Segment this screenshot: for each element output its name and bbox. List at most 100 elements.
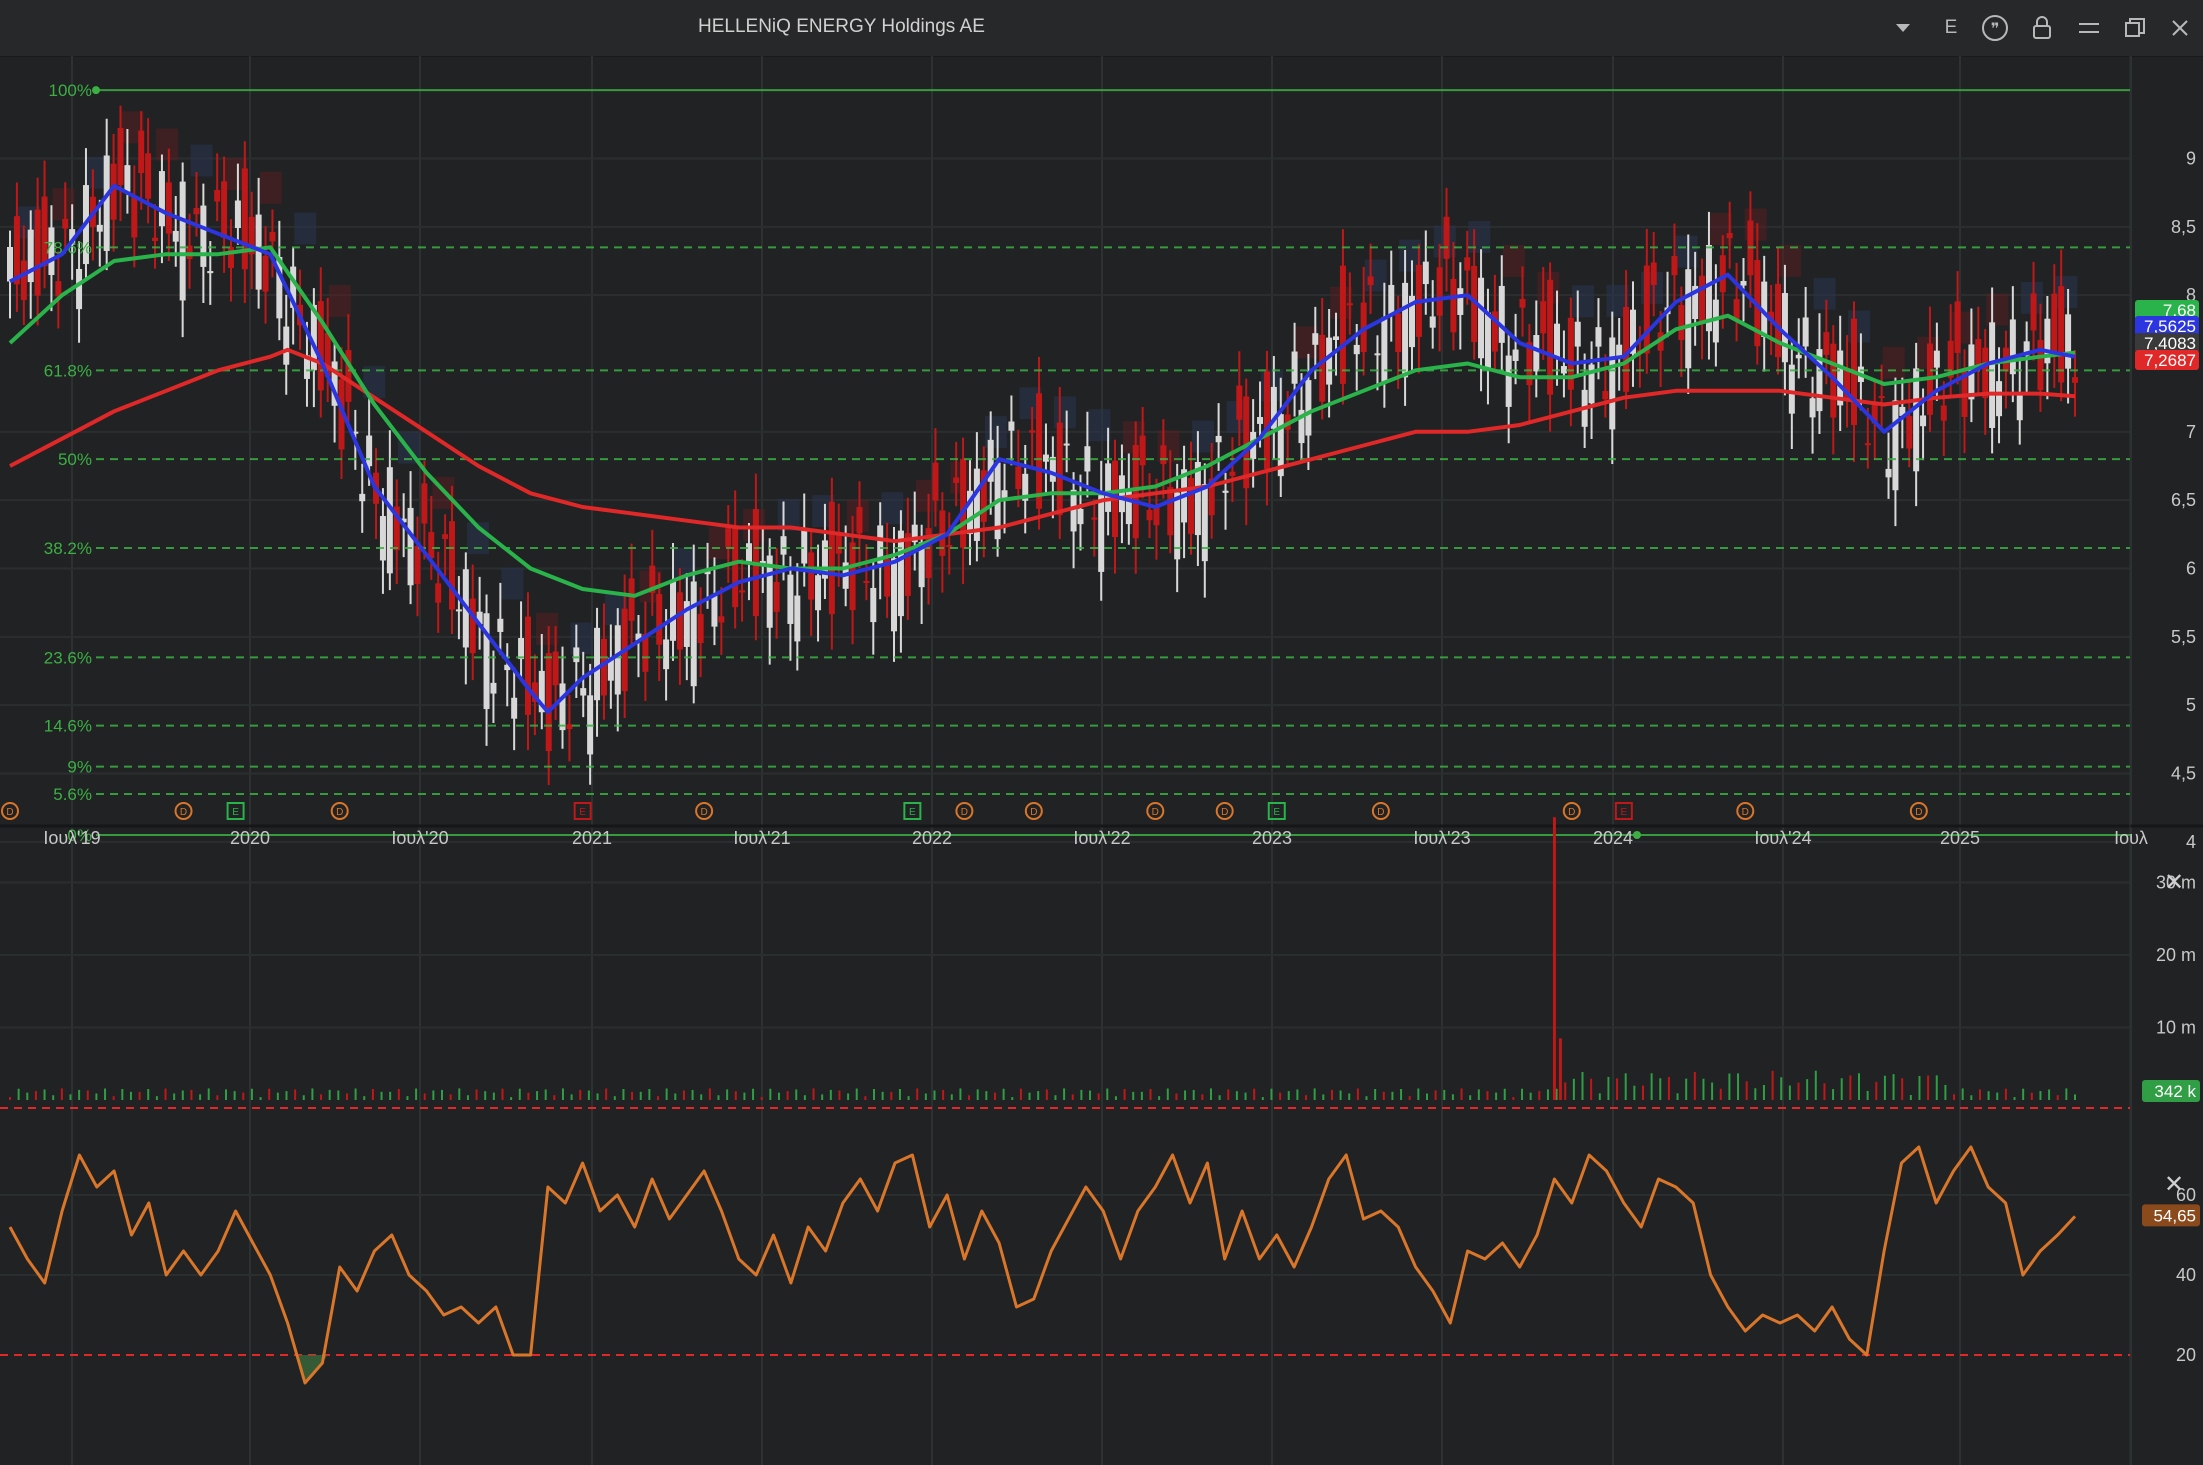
candle-body xyxy=(449,521,456,610)
moving-averages xyxy=(8,183,2076,714)
dividend-marker[interactable]: D xyxy=(1146,802,1165,820)
candle-body xyxy=(1160,445,1167,465)
x-tick-label: Ιουλ'21 xyxy=(733,828,790,848)
dividend-marker[interactable]: D xyxy=(1562,802,1581,820)
candle-body xyxy=(732,526,739,608)
quote-icon[interactable]: ❞ xyxy=(1978,10,2012,46)
candle-body xyxy=(1319,334,1326,402)
earnings-marker[interactable]: E xyxy=(226,802,245,820)
minimize-icon[interactable] xyxy=(2072,10,2106,46)
candle-body xyxy=(1146,509,1153,521)
event-label: D xyxy=(1152,807,1159,818)
dividend-marker[interactable]: D xyxy=(174,802,193,820)
candle-body xyxy=(1678,304,1685,341)
dividend-marker[interactable]: D xyxy=(1,802,19,820)
candle-body xyxy=(863,580,870,583)
dividend-marker[interactable]: D xyxy=(1024,802,1043,820)
candle-body xyxy=(594,627,601,701)
candle-body xyxy=(386,467,393,574)
y-axis: 98,5876,565,554,54 xyxy=(2171,149,2196,852)
candle-body xyxy=(815,575,822,611)
candle-body xyxy=(801,529,808,564)
fib-anchor-bottom xyxy=(1633,831,1641,839)
dividend-marker[interactable]: D xyxy=(695,802,714,820)
chart-area[interactable]: 100%78.6%61.8%50%38.2%23.6%14.6%9%5.6%0%… xyxy=(0,56,2203,1465)
lock-icon[interactable] xyxy=(2025,10,2059,46)
dividend-marker[interactable]: D xyxy=(955,802,974,820)
y-tick-label: 8,5 xyxy=(2171,217,2196,237)
candle-body xyxy=(1402,282,1409,378)
chevron-down-icon[interactable] xyxy=(1886,10,1920,46)
close-icon[interactable] xyxy=(2163,10,2197,46)
rsi-line xyxy=(8,1145,2077,1385)
candle-body xyxy=(2065,314,2072,369)
event-label: E xyxy=(1273,807,1280,818)
candle-body xyxy=(1975,339,1982,365)
candle-body xyxy=(849,542,856,611)
candle-body xyxy=(262,255,269,292)
event-label: E xyxy=(1620,807,1627,818)
dividend-marker[interactable]: D xyxy=(1909,802,1928,820)
x-tick-label: Ιουλ'22 xyxy=(1073,828,1130,848)
candle-body xyxy=(725,528,732,548)
close-rsi-panel-icon[interactable]: ✕ xyxy=(2164,1170,2184,1199)
shadow-box xyxy=(1986,293,2009,326)
shadow-box xyxy=(501,567,524,600)
candle-body xyxy=(172,230,179,242)
restore-icon[interactable] xyxy=(2118,10,2152,46)
price-tag-label: 7,2687 xyxy=(2144,351,2196,370)
title-bar: HELLENiQ ENERGY Holdings AE E ❞ xyxy=(0,0,2203,57)
candle-body xyxy=(1222,490,1229,493)
candle-body xyxy=(828,501,835,615)
candle-body xyxy=(27,229,34,283)
rsi-tick-label: 40 xyxy=(2176,1265,2196,1285)
candle-body xyxy=(1982,347,1989,399)
dividend-marker[interactable]: D xyxy=(1371,802,1390,820)
event-label: D xyxy=(1915,807,1922,818)
candle-body xyxy=(1643,265,1650,354)
candle-body xyxy=(469,598,476,654)
dividend-marker[interactable]: D xyxy=(1215,802,1234,820)
candle-body xyxy=(2072,377,2078,383)
earnings-marker[interactable]: E xyxy=(573,802,592,820)
candle-body xyxy=(856,507,863,534)
candle-body xyxy=(739,590,746,593)
candle-body xyxy=(1429,316,1436,328)
candle-body xyxy=(1422,261,1429,285)
event-markers[interactable]: DDEDEDEDDDDEDDEDD xyxy=(1,802,1928,820)
candle-body xyxy=(158,171,165,227)
x-tick-label: 2023 xyxy=(1252,828,1292,848)
e-button[interactable]: E xyxy=(1934,10,1968,46)
candle-body xyxy=(953,477,960,483)
volume-panel: 30 m20 m10 m342 k xyxy=(0,817,2200,1109)
candle-body xyxy=(1719,255,1726,293)
candle-body xyxy=(1609,337,1616,430)
event-label: D xyxy=(1377,807,1384,818)
candle-body xyxy=(552,651,559,686)
event-label: D xyxy=(336,807,343,818)
candle-body xyxy=(524,616,531,715)
dividend-marker[interactable]: D xyxy=(330,802,349,820)
dividend-marker[interactable]: D xyxy=(1736,802,1755,820)
earnings-marker[interactable]: E xyxy=(903,802,922,820)
candle-body xyxy=(483,613,490,710)
event-label: D xyxy=(961,807,968,818)
close-volume-panel-icon[interactable]: ✕ xyxy=(2164,868,2184,897)
shadow-box xyxy=(190,144,213,177)
earnings-marker[interactable]: E xyxy=(1614,802,1633,820)
rsi-panel: 60402054,65 xyxy=(0,1145,2200,1385)
candle-body xyxy=(1118,475,1125,513)
candle-body xyxy=(1333,336,1340,340)
candle-body xyxy=(1519,298,1526,308)
candle-body xyxy=(1554,323,1561,358)
rsi-tick-label: 20 xyxy=(2176,1345,2196,1365)
candle-body xyxy=(62,218,69,229)
candle-body xyxy=(1533,335,1540,372)
candle-body xyxy=(7,246,13,282)
event-label: D xyxy=(180,807,187,818)
candle-body xyxy=(1940,405,1947,421)
candle-body xyxy=(1174,492,1181,560)
candle-body xyxy=(946,544,953,547)
candle-body xyxy=(1042,454,1049,462)
candle-body xyxy=(283,326,290,365)
